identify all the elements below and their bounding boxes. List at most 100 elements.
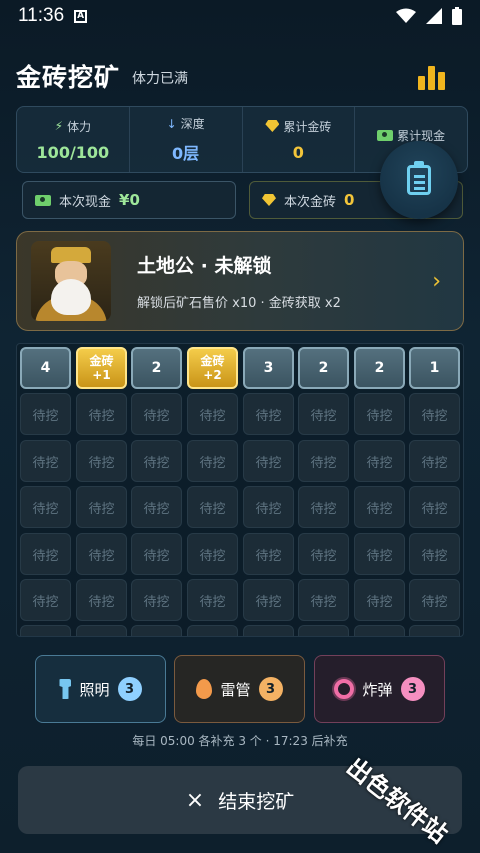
pending-cell[interactable]: 待挖 <box>243 579 294 621</box>
detonator-tool-button[interactable]: 雷管 3 <box>174 655 305 723</box>
session-gold-value: 0 <box>344 191 355 209</box>
gem-icon <box>265 120 280 132</box>
stat-value: 0层 <box>172 144 200 163</box>
task-list-button[interactable] <box>380 141 458 219</box>
stat-stamina: ⚡ 体力 100/100 <box>17 107 130 172</box>
pending-cell[interactable]: 待挖 <box>20 440 71 482</box>
ore-cell[interactable]: 2 <box>354 347 405 389</box>
pending-cell[interactable]: 待挖 <box>409 486 460 528</box>
pending-cell[interactable]: 待挖 <box>131 579 182 621</box>
ore-cell[interactable]: 2 <box>131 347 182 389</box>
clipboard-icon <box>407 161 431 195</box>
page-header: 金砖挖矿 体力已满 <box>16 58 464 94</box>
ore-cell[interactable]: 4 <box>20 347 71 389</box>
pending-cell[interactable]: 待挖 <box>187 486 238 528</box>
flashlight-icon <box>59 679 72 699</box>
pending-cell[interactable]: 待挖 <box>187 625 238 636</box>
pending-cell[interactable]: 待挖 <box>20 393 71 435</box>
god-description: 解锁后矿石售价 x10 · 金砖获取 x2 <box>137 296 341 311</box>
pending-cell[interactable]: 待挖 <box>409 533 460 575</box>
battery-icon <box>452 7 462 25</box>
pending-cell[interactable]: 待挖 <box>354 486 405 528</box>
stat-value: 100/100 <box>36 142 110 162</box>
pending-cell[interactable]: 待挖 <box>243 625 294 636</box>
pending-cell[interactable]: 待挖 <box>298 486 349 528</box>
bomb-icon <box>334 679 355 699</box>
pending-cell[interactable]: 待挖 <box>187 440 238 482</box>
ore-cell[interactable]: 1 <box>409 347 460 389</box>
pending-cell[interactable]: 待挖 <box>243 486 294 528</box>
pending-cell[interactable]: 待挖 <box>354 393 405 435</box>
end-mining-label: 结束挖矿 <box>218 790 295 813</box>
pending-cell[interactable]: 待挖 <box>76 625 127 636</box>
pending-cell[interactable]: 待挖 <box>354 579 405 621</box>
pending-cell[interactable]: 待挖 <box>243 393 294 435</box>
pending-cell[interactable]: 待挖 <box>131 533 182 575</box>
pending-cell[interactable]: 待挖 <box>131 393 182 435</box>
cash-icon <box>377 130 394 141</box>
pending-cell[interactable]: 待挖 <box>76 393 127 435</box>
pending-cell[interactable]: 待挖 <box>298 393 349 435</box>
pending-cell[interactable]: 待挖 <box>76 440 127 482</box>
pending-cell[interactable]: 待挖 <box>131 440 182 482</box>
light-tool-button[interactable]: 照明 3 <box>35 655 166 723</box>
pending-cell[interactable]: 待挖 <box>354 440 405 482</box>
stat-value: 0 <box>292 142 304 162</box>
pending-cell[interactable]: 待挖 <box>409 440 460 482</box>
pending-cell[interactable]: 待挖 <box>20 533 71 575</box>
stat-label: 深度 <box>180 117 205 131</box>
stat-label: 体力 <box>67 119 92 134</box>
tool-count-badge: 3 <box>400 677 425 701</box>
god-name: 土地公 · 未解锁 <box>137 255 272 277</box>
pending-cell[interactable]: 待挖 <box>76 579 127 621</box>
bomb-tool-button[interactable]: 炸弹 3 <box>314 655 445 723</box>
tool-label: 照明 <box>79 680 110 699</box>
pending-cell[interactable]: 待挖 <box>187 579 238 621</box>
cash-icon <box>35 194 51 206</box>
pending-cell[interactable]: 待挖 <box>20 486 71 528</box>
session-cash-value: ¥0 <box>119 191 140 209</box>
arrow-down-icon: ↓ <box>166 116 177 131</box>
stat-label: 累计金砖 <box>283 119 332 134</box>
pending-cell[interactable]: 待挖 <box>243 533 294 575</box>
pending-cell[interactable]: 待挖 <box>298 625 349 636</box>
close-icon: × <box>185 787 205 813</box>
gold-brick-cell[interactable]: 金砖 +1 <box>76 347 127 389</box>
stamina-status: 体力已满 <box>132 71 189 87</box>
refill-info: 每日 05:00 各补充 3 个 · 17:23 后补充 <box>132 734 348 748</box>
pending-cell[interactable]: 待挖 <box>298 440 349 482</box>
pending-cell[interactable]: 待挖 <box>20 625 71 636</box>
pending-cell[interactable]: 待挖 <box>409 625 460 636</box>
pending-cell[interactable]: 待挖 <box>187 533 238 575</box>
tool-label: 炸弹 <box>362 680 393 699</box>
ore-cell[interactable]: 2 <box>298 347 349 389</box>
session-cash-label: 本次现金 <box>59 194 112 210</box>
cell-label: 金砖 <box>200 354 225 368</box>
pending-cell[interactable]: 待挖 <box>298 533 349 575</box>
pending-cell[interactable]: 待挖 <box>298 579 349 621</box>
gold-brick-cell[interactable]: 金砖 +2 <box>187 347 238 389</box>
pending-cell[interactable]: 待挖 <box>20 579 71 621</box>
earth-god-card[interactable]: 土地公 · 未解锁 解锁后矿石售价 x10 · 金砖获取 x2 › <box>16 231 464 331</box>
leaderboard-icon[interactable] <box>418 62 446 90</box>
cell-bonus: +2 <box>203 368 222 382</box>
cell-bonus: +1 <box>92 368 111 382</box>
page-title: 金砖挖矿 <box>16 63 121 92</box>
pending-cell[interactable]: 待挖 <box>76 486 127 528</box>
cell-label: 金砖 <box>89 354 114 368</box>
ore-cell[interactable]: 3 <box>243 347 294 389</box>
pending-cell[interactable]: 待挖 <box>187 393 238 435</box>
pending-cell[interactable]: 待挖 <box>354 625 405 636</box>
pending-cell[interactable]: 待挖 <box>409 579 460 621</box>
signal-icon <box>426 8 442 24</box>
pending-cell[interactable]: 待挖 <box>354 533 405 575</box>
pending-cell[interactable]: 待挖 <box>243 440 294 482</box>
tool-count-badge: 3 <box>117 677 142 701</box>
pending-cell[interactable]: 待挖 <box>131 625 182 636</box>
tool-label: 雷管 <box>220 680 251 699</box>
status-time: 11:36 <box>18 5 65 26</box>
pending-cell[interactable]: 待挖 <box>131 486 182 528</box>
pending-cell[interactable]: 待挖 <box>76 533 127 575</box>
pending-cell[interactable]: 待挖 <box>409 393 460 435</box>
stat-depth: ↓ 深度 0层 <box>130 107 243 172</box>
